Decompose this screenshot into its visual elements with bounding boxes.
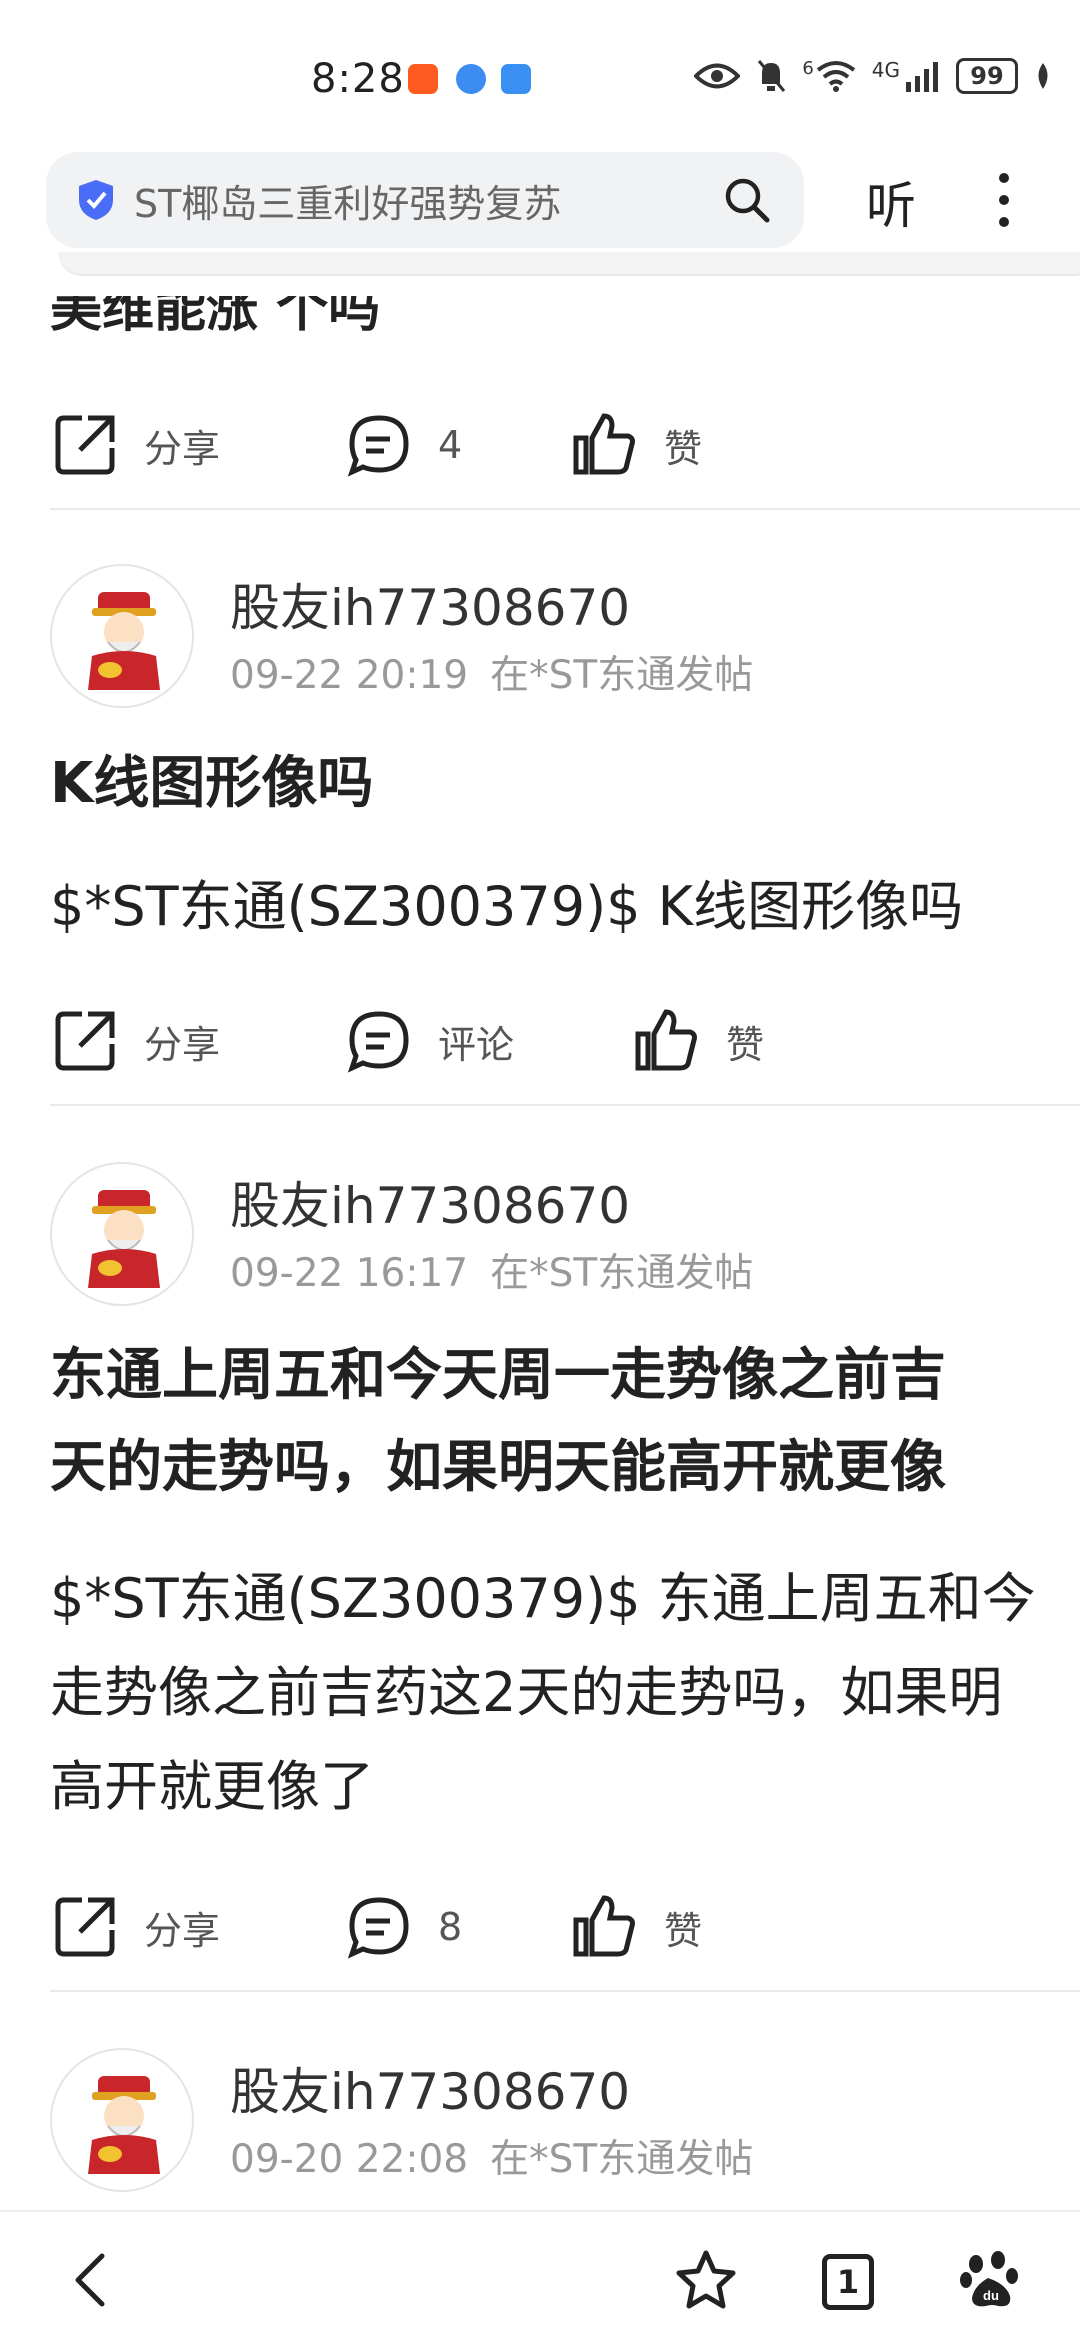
comment-label: 8 [438, 1905, 463, 1949]
post-source[interactable]: 在*ST东通发帖 [490, 1251, 753, 1296]
post-divider [50, 1104, 1080, 1106]
back-icon[interactable] [62, 2248, 126, 2312]
share-label: 分享 [144, 1022, 221, 1067]
thumbs-up-icon [635, 1009, 697, 1071]
post-meta: 09-20 22:08 在*ST东通发帖 [230, 2128, 753, 2184]
status-bar: 8:28 6 4G 99 [0, 0, 1080, 150]
wifi-badge: 6 [802, 58, 814, 79]
cut-off-post-text: 美维能涨 个吗 [50, 296, 381, 339]
like-button[interactable]: 赞 [572, 410, 702, 480]
share-button[interactable]: 分享 [52, 1892, 220, 1962]
listen-button[interactable]: 听 [866, 166, 916, 238]
eye-icon [694, 63, 741, 89]
post-meta: 09-22 20:19 在*ST东通发帖 [230, 644, 753, 700]
status-time: 8:28 [311, 56, 405, 102]
like-label: 赞 [726, 1022, 765, 1067]
share-label: 分享 [144, 426, 221, 471]
comment-button[interactable]: 评论 [346, 1006, 514, 1076]
post-source[interactable]: 在*ST东通发帖 [490, 653, 753, 698]
avatar[interactable] [50, 564, 194, 708]
comment-button[interactable]: 8 [346, 1892, 462, 1962]
share-button[interactable]: 分享 [52, 410, 220, 480]
share-icon [55, 1011, 115, 1071]
post-body-line: 高开就更像了 [50, 1755, 374, 1818]
post-divider [50, 1990, 1080, 1992]
bottom-navigation: 1 du [0, 2210, 1080, 2340]
search-suggest-shadow [58, 252, 1080, 276]
fortune-god-avatar-icon [88, 592, 160, 690]
notification-app-icon [408, 64, 438, 94]
post-username[interactable]: 股友ih77308670 [230, 2052, 630, 2124]
fortune-god-avatar-icon [88, 2076, 160, 2174]
like-button[interactable]: 赞 [634, 1006, 764, 1076]
app-screen: 8:28 6 4G 99 ST椰岛三重利好强势复苏 听 美维能涨 个吗 分享 4… [0, 0, 1080, 2340]
avatar[interactable] [50, 2048, 194, 2192]
share-icon [55, 1897, 115, 1957]
wifi-icon [816, 61, 855, 92]
post-meta: 09-22 16:17 在*ST东通发帖 [230, 1242, 753, 1298]
post-time: 09-22 20:19 [230, 653, 469, 698]
leaf-icon [1038, 63, 1048, 89]
share-icon [55, 415, 115, 475]
tabs-icon[interactable]: 1 [822, 2254, 874, 2310]
comment-label: 评论 [438, 1022, 515, 1067]
post-body[interactable]: $*ST东通(SZ300379)$ 东通上周五和今 走势像之前吉药这2天的走势吗… [50, 1552, 1036, 1834]
fortune-god-avatar-icon [88, 1190, 160, 1288]
post-username[interactable]: 股友ih77308670 [230, 1166, 630, 1238]
post-title[interactable]: 东通上周五和今天周一走势像之前吉 天的走势吗，如果明天能高开就更像 [50, 1330, 946, 1514]
post-body-line: $*ST东通(SZ300379)$ 东通上周五和今 [50, 1567, 1036, 1630]
mute-bell-icon [758, 60, 786, 92]
post-body-line: 走势像之前吉药这2天的走势吗，如果明 [50, 1661, 1003, 1724]
post-time: 09-22 16:17 [230, 1251, 469, 1296]
post-divider [50, 508, 1080, 510]
comment-icon [347, 1011, 409, 1073]
post-title-line: 东通上周五和今天周一走势像之前吉 [50, 1343, 946, 1408]
share-label: 分享 [144, 1908, 221, 1953]
post-actions: 分享 4 赞 [52, 410, 1052, 480]
shield-check-icon [79, 180, 113, 220]
svg-text:du: du [983, 2288, 999, 2303]
baidu-paw-icon[interactable]: du [958, 2248, 1022, 2312]
post-title[interactable]: K线图形像吗 [50, 738, 373, 830]
like-label: 赞 [664, 426, 703, 471]
post-actions: 分享 8 赞 [52, 1892, 1052, 1962]
avatar[interactable] [50, 1162, 194, 1306]
notification-app-icon [456, 64, 486, 94]
post-time: 09-20 22:08 [230, 2137, 469, 2182]
post-body[interactable]: $*ST东通(SZ300379)$ K线图形像吗 [50, 860, 963, 954]
post-title-line: K线图形像吗 [50, 751, 374, 816]
thumbs-up-icon [573, 413, 635, 475]
comment-icon [347, 415, 409, 477]
post-body-line: $*ST东通(SZ300379)$ K线图形像吗 [50, 875, 964, 938]
search-bar[interactable]: ST椰岛三重利好强势复苏 [46, 152, 804, 248]
search-query[interactable]: ST椰岛三重利好强势复苏 [134, 173, 722, 228]
signal-icon [906, 62, 938, 92]
share-button[interactable]: 分享 [52, 1006, 220, 1076]
post-title-line: 天的走势吗，如果明天能高开就更像 [50, 1435, 946, 1500]
cloud-app-icon [501, 64, 531, 94]
star-icon[interactable] [674, 2248, 738, 2312]
search-icon[interactable] [722, 175, 772, 225]
post-source[interactable]: 在*ST东通发帖 [490, 2137, 753, 2182]
comment-label: 4 [438, 423, 463, 467]
battery-level: 99 [956, 58, 1018, 94]
like-button[interactable]: 赞 [572, 1892, 702, 1962]
status-right-group: 6 4G 99 [694, 58, 1052, 94]
like-label: 赞 [664, 1908, 703, 1953]
network-type: 4G [871, 58, 900, 82]
comment-button[interactable]: 4 [346, 410, 462, 480]
thumbs-up-icon [573, 1895, 635, 1957]
post-actions: 分享 评论 赞 [52, 1006, 1052, 1076]
more-vertical-icon[interactable] [990, 168, 1018, 232]
comment-icon [347, 1897, 409, 1959]
post-username[interactable]: 股友ih77308670 [230, 568, 630, 640]
